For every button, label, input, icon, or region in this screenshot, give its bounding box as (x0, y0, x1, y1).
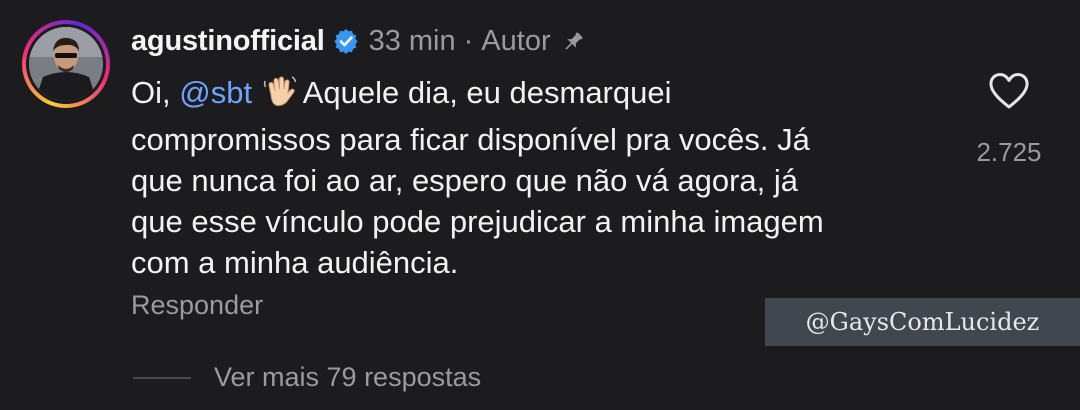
author-label: Autor (481, 24, 551, 57)
avatar-story-ring[interactable] (22, 20, 110, 108)
comment-line-4: que esse vínculo pode prejudicar a minha… (131, 204, 824, 239)
avatar-photo (29, 27, 103, 101)
comment-line-1-text: Aquele dia, eu desmarquei (302, 75, 672, 110)
replies-divider (133, 377, 191, 379)
comment-header: agustinofficial 33 min · Autor (131, 22, 585, 60)
comment-line-3: que nunca foi ao ar, espero que não vá a… (131, 163, 798, 198)
verified-badge-icon (333, 28, 359, 54)
timestamp: 33 min (368, 24, 456, 57)
pin-icon (561, 29, 585, 53)
heart-icon (989, 73, 1029, 109)
comment-body: Oi, @sbt Aquele dia, eu desmarquei compr… (131, 72, 951, 283)
comment-line-5: com a minha audiência. (131, 245, 459, 280)
view-more-replies-button[interactable]: Ver mais 79 respostas (214, 362, 481, 393)
avatar-gap (26, 24, 106, 104)
comment-line-1: Oi, @sbt Aquele dia, eu desmarquei (131, 72, 951, 119)
comment-line-2: compromissos para ficar disponível pra v… (131, 122, 810, 157)
username[interactable]: agustinofficial (131, 25, 325, 58)
like-count: 2.725 (976, 137, 1042, 167)
comment-greeting: Oi, (131, 75, 180, 110)
watermark: @GaysComLucidez (765, 298, 1080, 346)
mention-link[interactable]: @sbt (179, 75, 252, 110)
like-button[interactable] (988, 72, 1030, 110)
waving-hand-emoji (263, 75, 297, 119)
separator-dot: · (463, 24, 474, 57)
reply-button[interactable]: Responder (131, 290, 263, 321)
avatar[interactable] (29, 27, 103, 101)
